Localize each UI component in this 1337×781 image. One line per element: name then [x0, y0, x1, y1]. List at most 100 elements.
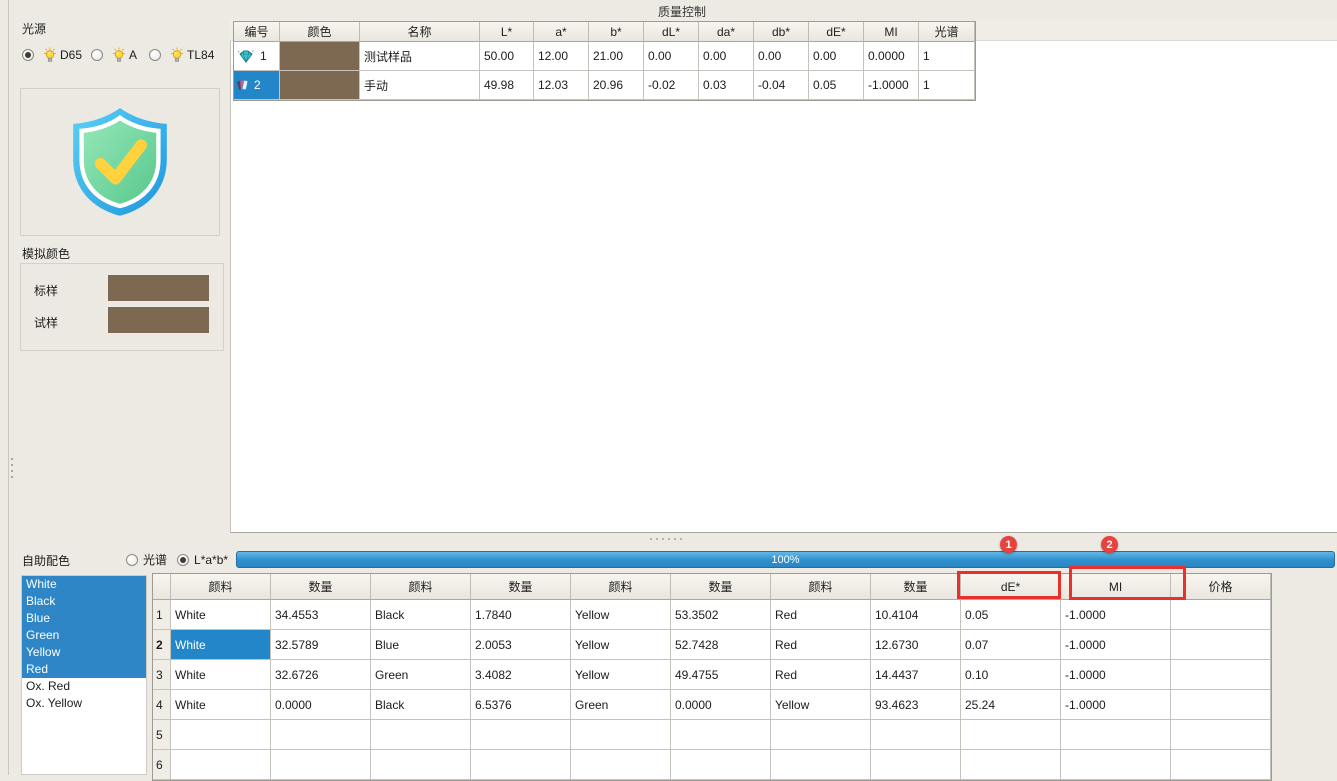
recipe-cell[interactable]: Black — [371, 690, 471, 720]
recipe-cell[interactable] — [1171, 660, 1271, 690]
recipe-cell[interactable] — [961, 720, 1061, 750]
qc-cell[interactable]: 0.0000 — [864, 42, 919, 71]
recipe-cell[interactable] — [871, 750, 961, 780]
recipe-cell[interactable]: 25.24 — [961, 690, 1061, 720]
qc-col-header[interactable]: db* — [754, 22, 809, 42]
recipe-cell[interactable]: -1.0000 — [1061, 690, 1171, 720]
recipe-cell[interactable] — [671, 750, 771, 780]
list-item[interactable]: Yellow — [22, 644, 146, 661]
qc-table-row-selected[interactable]: 2 手动 49.98 12.03 20.96 -0.02 0.03 -0.04 … — [234, 71, 975, 100]
left-splitter-handle[interactable] — [10, 454, 14, 482]
recipe-cell[interactable] — [571, 750, 671, 780]
recipe-cell[interactable]: 14.4437 — [871, 660, 961, 690]
qc-cell[interactable]: -0.04 — [754, 71, 809, 100]
qc-cell[interactable]: 0.03 — [699, 71, 754, 100]
recipe-col-header[interactable]: 颜料 — [371, 574, 471, 600]
recipe-cell[interactable] — [271, 720, 371, 750]
recipe-row[interactable]: 5 — [153, 720, 1271, 750]
recipe-cell[interactable]: 12.6730 — [871, 630, 961, 660]
recipe-row-selected[interactable]: 2 White 32.5789 Blue 2.0053 Yellow 52.74… — [153, 630, 1271, 660]
pigment-listbox[interactable]: White Black Blue Green Yellow Red Ox. Re… — [21, 575, 147, 775]
qc-cell[interactable]: -1.0000 — [864, 71, 919, 100]
recipe-col-header[interactable]: 数量 — [471, 574, 571, 600]
recipe-cell[interactable]: White — [171, 600, 271, 630]
radio-tl84[interactable] — [149, 49, 161, 61]
qc-cell[interactable]: 20.96 — [589, 71, 644, 100]
recipe-col-header[interactable]: 数量 — [271, 574, 371, 600]
mode-option-label[interactable]: L*a*b* — [194, 553, 228, 567]
recipe-cell[interactable]: White — [171, 660, 271, 690]
recipe-cell[interactable]: 49.4755 — [671, 660, 771, 690]
recipe-cell[interactable] — [671, 720, 771, 750]
light-source-option-tl84[interactable]: TL84 — [149, 47, 214, 63]
recipe-cell[interactable] — [1171, 720, 1271, 750]
recipe-cell[interactable]: Yellow — [571, 660, 671, 690]
qc-col-header[interactable]: 光谱 — [919, 22, 975, 42]
list-item[interactable]: Ox. Yellow — [22, 695, 146, 712]
qc-cell[interactable]: 12.03 — [534, 71, 589, 100]
recipe-cell[interactable] — [871, 720, 961, 750]
recipe-cell[interactable]: 0.10 — [961, 660, 1061, 690]
recipe-row-number[interactable]: 2 — [153, 630, 171, 660]
recipe-cell-selected[interactable]: White — [171, 630, 271, 660]
recipe-cell[interactable] — [171, 720, 271, 750]
recipe-row-number[interactable]: 4 — [153, 690, 171, 720]
mode-option-label[interactable]: 光谱 — [143, 551, 167, 568]
recipe-col-header[interactable]: 数量 — [671, 574, 771, 600]
recipe-row[interactable]: 3 White 32.6726 Green 3.4082 Yellow 49.4… — [153, 660, 1271, 690]
recipe-cell[interactable] — [471, 720, 571, 750]
recipe-col-header[interactable]: 价格 — [1171, 574, 1271, 600]
qc-col-header[interactable]: dE* — [809, 22, 864, 42]
list-item[interactable]: Green — [22, 627, 146, 644]
qc-col-header[interactable]: MI — [864, 22, 919, 42]
qc-col-header[interactable]: da* — [699, 22, 754, 42]
recipe-cell[interactable] — [1061, 750, 1171, 780]
recipe-cell[interactable]: 52.7428 — [671, 630, 771, 660]
list-item[interactable]: Blue — [22, 610, 146, 627]
recipe-cell[interactable]: 0.0000 — [271, 690, 371, 720]
recipe-cell[interactable]: 6.5376 — [471, 690, 571, 720]
recipe-cell[interactable]: White — [171, 690, 271, 720]
qc-col-header[interactable]: dL* — [644, 22, 699, 42]
recipe-cell[interactable]: 32.6726 — [271, 660, 371, 690]
recipe-cell[interactable]: Yellow — [571, 600, 671, 630]
recipe-cell[interactable]: 53.3502 — [671, 600, 771, 630]
recipe-col-header[interactable]: 颜料 — [771, 574, 871, 600]
qc-cell-name[interactable]: 手动 — [360, 71, 480, 100]
qc-cell[interactable]: 1 — [919, 42, 975, 71]
list-item[interactable]: Ox. Red — [22, 678, 146, 695]
recipe-cell[interactable] — [1061, 720, 1171, 750]
qc-col-header[interactable]: 颜色 — [280, 22, 360, 42]
recipe-cell[interactable]: 0.05 — [961, 600, 1061, 630]
recipe-col-header[interactable]: 颜料 — [571, 574, 671, 600]
recipe-cell[interactable]: Red — [771, 630, 871, 660]
qc-cell[interactable]: 0.00 — [809, 42, 864, 71]
recipe-cell[interactable]: Red — [771, 600, 871, 630]
light-source-option-a[interactable]: A — [91, 47, 149, 63]
list-item[interactable]: Red — [22, 661, 146, 678]
recipe-cell[interactable]: 0.0000 — [671, 690, 771, 720]
recipe-cell[interactable] — [1171, 690, 1271, 720]
recipe-cell[interactable]: -1.0000 — [1061, 630, 1171, 660]
recipe-col-header[interactable]: 数量 — [871, 574, 961, 600]
recipe-row[interactable]: 6 — [153, 750, 1271, 780]
recipe-cell[interactable] — [471, 750, 571, 780]
qc-cell[interactable]: 21.00 — [589, 42, 644, 71]
qc-cell[interactable]: 50.00 — [480, 42, 534, 71]
radio-d65[interactable] — [22, 49, 34, 61]
qc-cell[interactable]: 0.00 — [754, 42, 809, 71]
radio-lab[interactable] — [177, 554, 189, 566]
recipe-cell[interactable]: -1.0000 — [1061, 600, 1171, 630]
qc-cell[interactable]: 0.05 — [809, 71, 864, 100]
recipe-cell[interactable] — [571, 720, 671, 750]
list-item[interactable]: White — [22, 576, 146, 593]
recipe-cell[interactable]: 1.7840 — [471, 600, 571, 630]
recipe-cell[interactable] — [271, 750, 371, 780]
recipe-cell[interactable]: -1.0000 — [1061, 660, 1171, 690]
qc-cell[interactable]: -0.02 — [644, 71, 699, 100]
recipe-cell[interactable] — [961, 750, 1061, 780]
recipe-cell[interactable]: Yellow — [571, 630, 671, 660]
recipe-cell[interactable] — [371, 720, 471, 750]
light-source-option-d65[interactable]: D65 — [22, 47, 91, 63]
recipe-cell[interactable]: 2.0053 — [471, 630, 571, 660]
